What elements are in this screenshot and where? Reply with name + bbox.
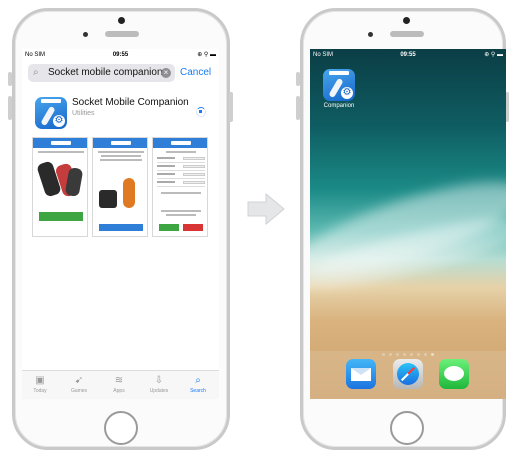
left-sensor: [83, 32, 88, 37]
right-volume-button: [296, 72, 300, 86]
app-category: Utilities: [72, 110, 95, 117]
companion-app-label: Companion: [323, 103, 355, 109]
rocket-icon: ➹: [74, 375, 84, 386]
right-home-button[interactable]: [390, 411, 424, 445]
search-icon: ⌕: [33, 67, 39, 78]
next-button: [99, 224, 143, 231]
right-front-camera: [403, 17, 410, 24]
settings-field: [157, 165, 205, 171]
tab-updates[interactable]: ⇩ Updates: [146, 375, 172, 395]
settings-field: [157, 157, 205, 163]
left-earpiece: [105, 31, 139, 37]
clock: 09:55: [112, 52, 129, 58]
app-icon-logo-strip: [41, 99, 61, 103]
status-indicators: ⊕ ⚲ ▬: [484, 52, 503, 58]
today-icon: ▣: [35, 375, 45, 386]
app-store-screen: No SIM 09:55 ⊕ ⚲ ▬ ⌕ Socket mobile compa…: [22, 49, 219, 399]
stack-icon: ≋: [114, 375, 124, 386]
settings-field: [157, 181, 205, 187]
left-home-button[interactable]: [104, 411, 138, 445]
status-bar: No SIM 09:55 ⊕ ⚲ ▬: [310, 49, 506, 61]
home-screen: No SIM 09:55 ⊕ ⚲ ▬ ⚙ Companion: [310, 49, 506, 399]
setup-button: [39, 212, 83, 221]
left-volume-button: [8, 72, 12, 86]
app-screenshot-2[interactable]: [92, 137, 148, 237]
right-sensor: [368, 32, 373, 37]
gear-icon: ⚙: [53, 115, 65, 127]
tab-games[interactable]: ➹ Games: [66, 375, 92, 395]
clock: 09:55: [400, 52, 416, 58]
safari-icon[interactable]: [393, 359, 423, 389]
cancel-button[interactable]: Cancel: [180, 64, 211, 82]
status-bar: No SIM 09:55 ⊕ ⚲ ▬: [22, 49, 219, 61]
left-front-camera: [118, 17, 125, 24]
mail-icon[interactable]: [346, 359, 376, 389]
settings-field: [157, 173, 205, 179]
app-icon[interactable]: ⚙: [35, 97, 67, 129]
app-title[interactable]: Socket Mobile Companion: [72, 97, 189, 108]
tab-search[interactable]: ⌕ Search: [185, 375, 211, 395]
messages-icon[interactable]: [439, 359, 469, 389]
search-icon: ⌕: [195, 375, 201, 386]
companion-app-icon[interactable]: ⚙: [323, 69, 355, 101]
left-power-button: [229, 92, 233, 122]
screenshot-header: [93, 138, 147, 148]
app-icon-logo-strip: [329, 71, 349, 75]
gear-icon: ⚙: [341, 87, 353, 99]
scanner-device-image-2: [123, 178, 135, 208]
tab-apps[interactable]: ≋ Apps: [106, 375, 132, 395]
tab-today[interactable]: ▣ Today: [27, 375, 53, 395]
download-icon: ⇩: [154, 375, 164, 386]
left-volume-button-2: [8, 96, 12, 120]
scanner-device-image: [99, 190, 117, 208]
screenshot-header: [153, 138, 207, 148]
app-screenshot-1[interactable]: [32, 137, 88, 237]
yes-button: [159, 224, 179, 231]
download-progress-icon[interactable]: [196, 107, 206, 117]
right-volume-button-2: [296, 96, 300, 120]
dock: [310, 351, 506, 399]
screenshot-header: [33, 138, 87, 148]
search-field[interactable]: ⌕ Socket mobile companion ×: [28, 64, 175, 82]
search-input[interactable]: Socket mobile companion: [48, 64, 163, 82]
clear-icon[interactable]: ×: [161, 68, 171, 78]
status-indicators: ⊕ ⚲ ▬: [197, 52, 216, 58]
app-screenshot-3[interactable]: [152, 137, 208, 237]
right-earpiece: [390, 31, 424, 37]
arrow-right-icon: [247, 192, 285, 226]
tab-bar: ▣ Today ➹ Games ≋ Apps ⇩ Updates ⌕ Searc…: [22, 370, 219, 399]
no-button: [183, 224, 203, 231]
